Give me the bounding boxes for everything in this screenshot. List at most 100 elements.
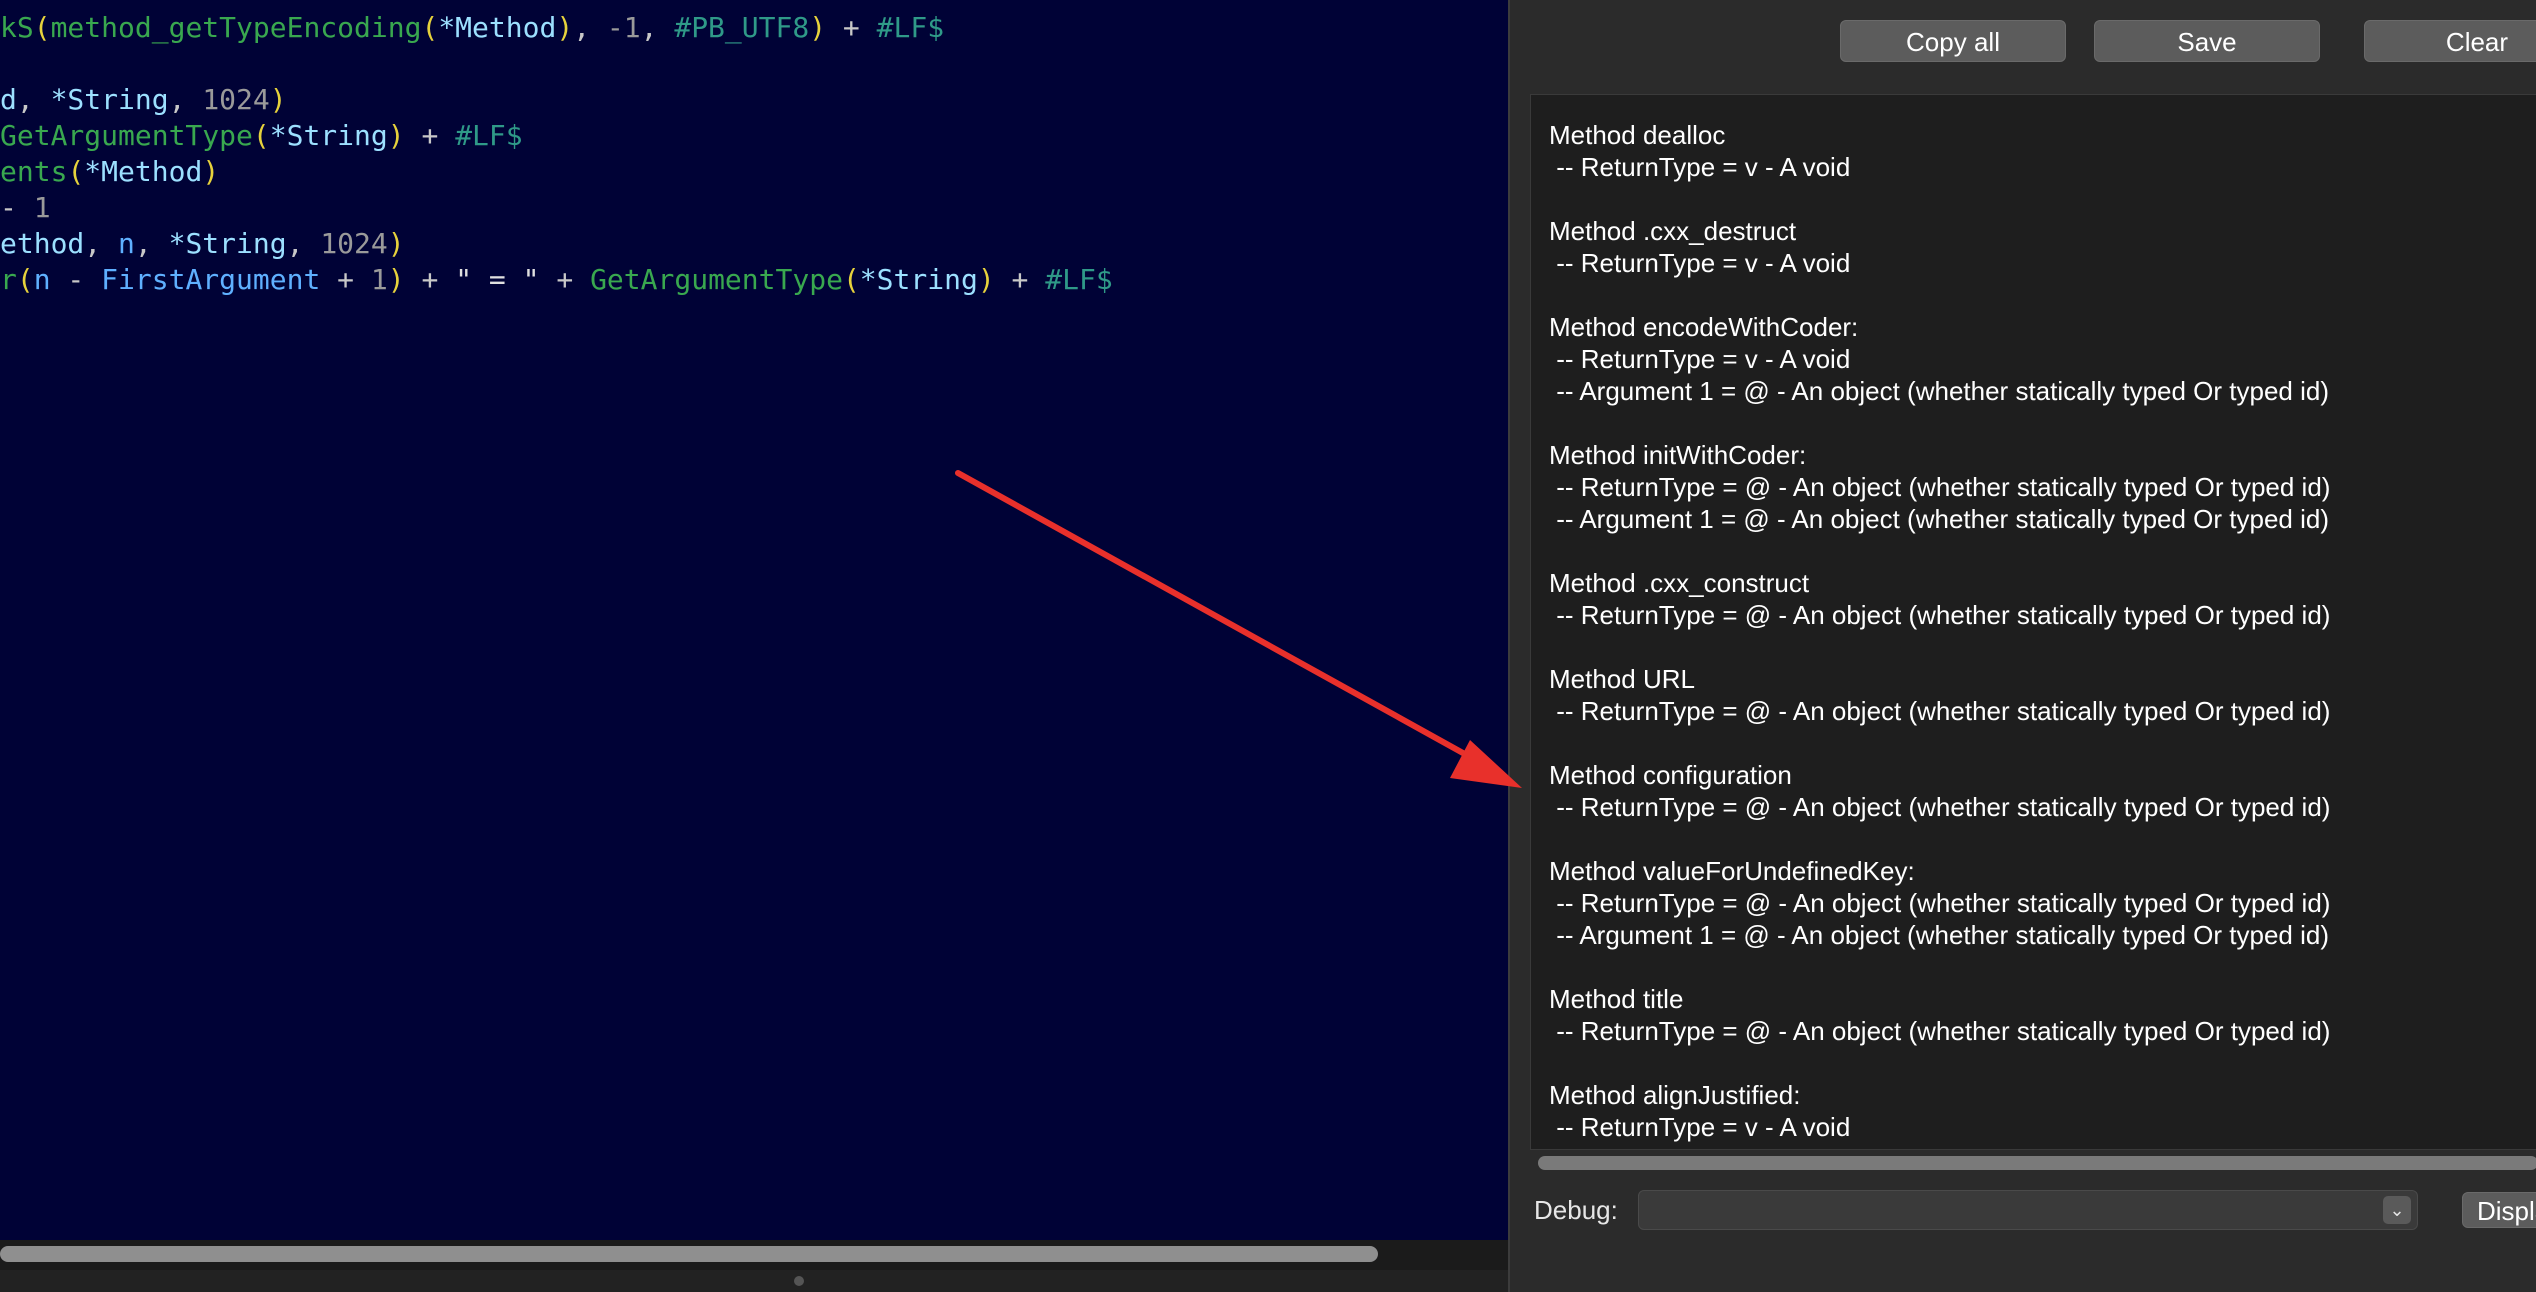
code-line: d, *String, 1024) — [0, 82, 287, 118]
log-method-entry: Method .cxx_construct -- ReturnType = @ … — [1549, 567, 2330, 631]
code-token: #LF$ — [455, 119, 523, 152]
log-text: Method dealloc -- ReturnType = v - A voi… — [1549, 119, 2330, 1149]
log-method-entry: Method title -- ReturnType = @ - An obje… — [1549, 983, 2330, 1047]
code-token: ) — [387, 119, 405, 152]
code-token: , — [573, 11, 607, 44]
code-token: *Method — [84, 155, 203, 188]
code-token: #PB_UTF8 — [674, 11, 810, 44]
log-method-detail: -- Argument 1 = @ - An object (whether s… — [1549, 504, 2330, 534]
code-token: ) — [202, 155, 220, 188]
editor-horizontal-scrollbar[interactable] — [0, 1240, 1508, 1270]
screen: kS(method_getTypeEncoding(*Method), -1, … — [0, 0, 2536, 1292]
code-token: ( — [252, 119, 270, 152]
log-method-detail: -- ReturnType = v - A void — [1549, 1112, 1851, 1142]
save-button[interactable]: Save — [2094, 20, 2320, 62]
code-token: , — [134, 227, 169, 260]
log-method-name: Method valueForUndefinedKey: — [1549, 856, 1915, 886]
log-method-name: Method .cxx_destruct — [1549, 216, 1797, 246]
code-token: ( — [33, 11, 51, 44]
log-method-entry: Method .cxx_destruct -- ReturnType = v -… — [1549, 215, 2330, 279]
code-token: - — [50, 263, 102, 296]
log-method-name: Method dealloc — [1549, 120, 1726, 150]
code-token: , — [84, 227, 119, 260]
log-method-detail: -- ReturnType = @ - An object (whether s… — [1549, 696, 2331, 726]
code-line: ethod, n, *String, 1024) — [0, 226, 405, 262]
code-token: #LF$ — [876, 11, 945, 44]
debug-output-window: Copy all Save Clear Method dealloc -- Re… — [1508, 0, 2536, 1292]
log-method-detail: -- ReturnType = @ - An object (whether s… — [1549, 600, 2331, 630]
log-method-entry: Method dealloc -- ReturnType = v - A voi… — [1549, 119, 2330, 183]
log-method-entry: Method valueForUndefinedKey: -- ReturnTy… — [1549, 855, 2330, 951]
code-token: *String — [269, 119, 388, 152]
log-method-name: Method URL — [1549, 664, 1695, 694]
chevron-down-icon[interactable]: ⌄ — [2383, 1196, 2411, 1224]
code-token: r — [0, 263, 17, 296]
code-line: - 1 — [0, 190, 51, 226]
code-token: *Method — [438, 11, 557, 44]
code-token: ) — [977, 263, 995, 296]
log-method-entry: Method initWithCoder: -- ReturnType = @ … — [1549, 439, 2330, 535]
code-token: FirstArgument — [101, 263, 321, 296]
code-token: ( — [67, 155, 85, 188]
code-token: - — [0, 191, 34, 224]
debug-log-output[interactable]: Method dealloc -- ReturnType = v - A voi… — [1530, 94, 2536, 1150]
log-method-detail: -- ReturnType = @ - An object (whether s… — [1549, 792, 2331, 822]
code-token: n — [33, 263, 51, 296]
code-token: ) — [809, 11, 827, 44]
log-method-name: Method initWithCoder: — [1549, 440, 1807, 470]
display-button[interactable]: Display — [2462, 1192, 2536, 1228]
code-line: r(n - FirstArgument + 1) + " = " + GetAr… — [0, 262, 1113, 298]
code-token: ( — [16, 263, 34, 296]
code-token: #LF$ — [1045, 263, 1113, 296]
log-method-entry: Method encodeWithCoder: -- ReturnType = … — [1549, 311, 2330, 407]
code-token: , — [168, 83, 203, 116]
log-method-detail: -- ReturnType = v - A void — [1549, 344, 1851, 374]
code-token: *String — [50, 83, 169, 116]
code-line: GetArgumentType(*String) + #LF$ — [0, 118, 523, 154]
debug-label: Debug: — [1534, 1195, 1618, 1225]
editor-status-bar — [0, 1270, 1508, 1292]
code-token: + — [994, 263, 1046, 296]
log-method-name: Method encodeWithCoder: — [1549, 312, 1859, 342]
resize-grip-icon[interactable] — [794, 1276, 804, 1286]
code-editor[interactable]: kS(method_getTypeEncoding(*Method), -1, … — [0, 0, 1508, 1292]
editor-scrollbar-thumb[interactable] — [0, 1246, 1378, 1262]
code-token: ( — [421, 11, 439, 44]
code-token: ( — [842, 263, 860, 296]
code-token: *String — [168, 227, 287, 260]
code-token: ) — [387, 227, 405, 260]
code-token: + — [320, 263, 371, 296]
code-token: + — [404, 119, 456, 152]
code-token: GetArgumentType — [590, 263, 843, 296]
code-token: + — [539, 263, 591, 296]
code-token: 1024 — [202, 83, 270, 116]
log-method-name: Method alignJustified: — [1549, 1080, 1801, 1110]
log-method-name: Method title — [1549, 984, 1684, 1014]
log-method-detail: -- ReturnType = v - A void — [1549, 152, 1851, 182]
code-line: ents(*Method) — [0, 154, 219, 190]
log-horizontal-scrollbar[interactable] — [1538, 1154, 2536, 1172]
debug-level-select[interactable]: ⌄ — [1638, 1190, 2418, 1230]
clear-button[interactable]: Clear — [2364, 20, 2536, 62]
log-method-entry: Method alignJustified: -- ReturnType = v… — [1549, 1079, 2330, 1143]
log-scrollbar-thumb[interactable] — [1538, 1156, 2536, 1170]
log-method-entry: Method URL -- ReturnType = @ - An object… — [1549, 663, 2330, 727]
code-token: GetArgumentType — [0, 119, 253, 152]
code-token: " = " — [455, 263, 540, 296]
log-method-detail: -- ReturnType = @ - An object (whether s… — [1549, 888, 2331, 918]
code-token: method_getTypeEncoding — [50, 11, 422, 44]
code-token: n — [118, 227, 135, 260]
log-method-detail: -- ReturnType = @ - An object (whether s… — [1549, 472, 2331, 502]
code-token: 1 — [33, 191, 51, 224]
log-method-entry: Method configuration -- ReturnType = @ -… — [1549, 759, 2330, 823]
code-token: ) — [269, 83, 287, 116]
code-token: + — [404, 263, 456, 296]
copy-all-button[interactable]: Copy all — [1840, 20, 2066, 62]
code-token: ) — [556, 11, 574, 44]
log-method-name: Method .cxx_construct — [1549, 568, 1810, 598]
log-method-name: Method configuration — [1549, 760, 1792, 790]
code-token: , — [640, 11, 675, 44]
code-token: + — [826, 11, 877, 44]
code-token: 1 — [370, 263, 388, 296]
code-token: -1 — [606, 11, 641, 44]
